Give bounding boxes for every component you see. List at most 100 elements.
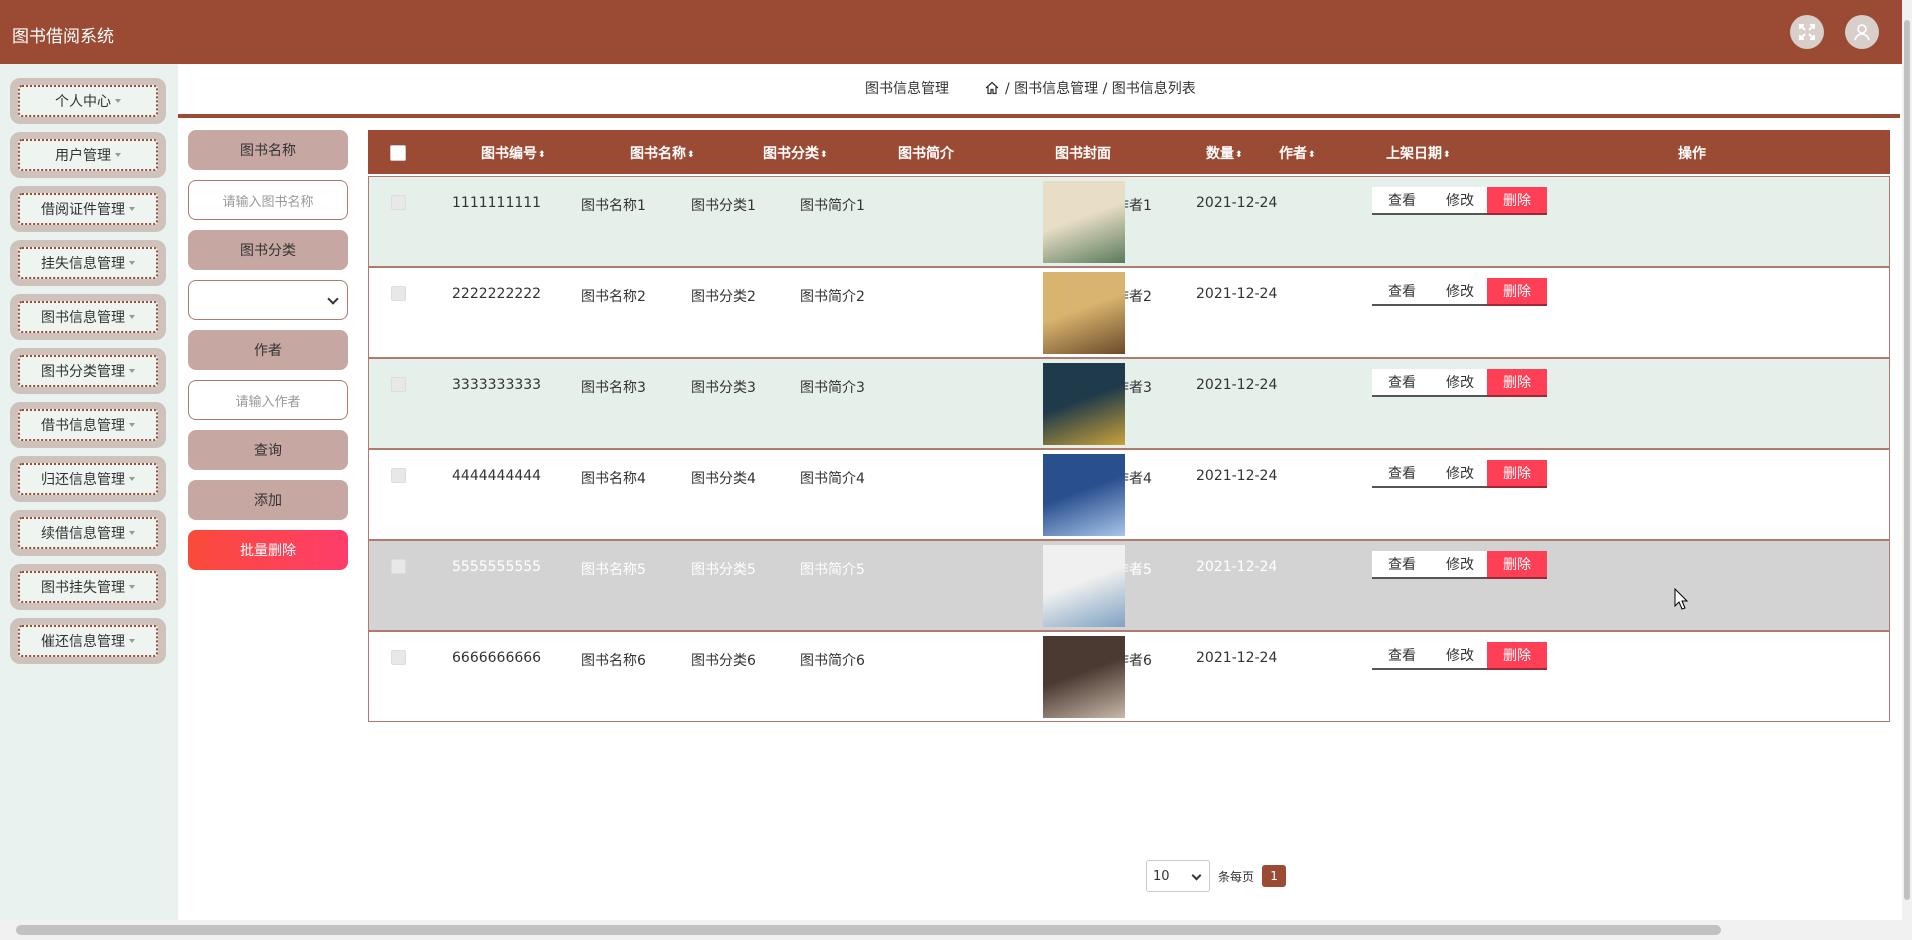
sort-icon[interactable]: ⬍	[820, 150, 828, 160]
page-size-select[interactable]: 10	[1146, 860, 1210, 892]
category-select[interactable]	[188, 280, 348, 320]
batch-delete-button[interactable]: 批量删除	[188, 530, 348, 570]
chevron-down-icon	[1191, 870, 1202, 881]
cell-intro: 图书简介3	[800, 380, 865, 396]
add-button[interactable]: 添加	[188, 480, 348, 520]
row-checkbox[interactable]	[391, 468, 406, 483]
table-row: 5555555555图书名称5图书分类5图书简介55作者52021-12-24查…	[368, 540, 1890, 631]
delete-button[interactable]: 删除	[1487, 642, 1547, 670]
edit-button[interactable]: 修改	[1430, 460, 1490, 488]
delete-button[interactable]: 删除	[1487, 187, 1547, 215]
sidebar-item-renew-info[interactable]: 续借信息管理	[10, 510, 166, 556]
sort-icon[interactable]: ⬍	[1235, 150, 1243, 160]
fullscreen-icon[interactable]	[1790, 15, 1824, 49]
sidebar-item-reminder[interactable]: 催还信息管理	[10, 618, 166, 664]
edit-button[interactable]: 修改	[1430, 369, 1490, 397]
header-date[interactable]: 上架日期⬍	[1386, 143, 1451, 163]
book-name-input[interactable]: 请输入图书名称	[188, 180, 348, 220]
delete-button[interactable]: 删除	[1487, 278, 1547, 306]
home-icon[interactable]	[984, 80, 1000, 96]
book-cover-image	[1043, 545, 1125, 627]
page-title: 图书信息管理	[865, 81, 949, 97]
header-code[interactable]: 图书编号⬍	[481, 143, 546, 163]
sidebar-item-label: 用户管理	[55, 148, 111, 164]
table-row: 4444444444图书名称4图书分类4图书简介44作者42021-12-24查…	[368, 449, 1890, 540]
cell-name: 图书名称5	[581, 562, 646, 578]
cell-code: 6666666666	[452, 650, 542, 666]
row-checkbox[interactable]	[391, 377, 406, 392]
sidebar-item-library-card[interactable]: 借阅证件管理	[10, 186, 166, 232]
delete-button[interactable]: 删除	[1487, 460, 1547, 488]
delete-button[interactable]: 删除	[1487, 551, 1547, 579]
view-button[interactable]: 查看	[1372, 460, 1432, 488]
row-checkbox[interactable]	[391, 286, 406, 301]
author-input[interactable]: 请输入作者	[188, 380, 348, 420]
header-actions: 操作	[1678, 146, 1706, 162]
sidebar-item-book-loss[interactable]: 图书挂失管理	[10, 564, 166, 610]
row-checkbox[interactable]	[391, 650, 406, 665]
sidebar-item-label: 个人中心	[55, 94, 111, 110]
vertical-scrollbar[interactable]	[1902, 0, 1912, 940]
view-button[interactable]: 查看	[1372, 642, 1432, 670]
sidebar-item-label: 归还信息管理	[41, 472, 125, 488]
cell-category: 图书分类3	[691, 380, 756, 396]
chevron-down-icon	[129, 261, 135, 265]
header-name[interactable]: 图书名称⬍	[630, 143, 695, 163]
pagination: 10 条每页 1	[1146, 860, 1287, 892]
view-button[interactable]: 查看	[1372, 278, 1432, 306]
cell-name: 图书名称2	[581, 289, 646, 305]
book-cover-image	[1043, 636, 1125, 718]
query-button[interactable]: 查询	[188, 430, 348, 470]
view-button[interactable]: 查看	[1372, 187, 1432, 215]
user-icon[interactable]	[1845, 15, 1879, 49]
row-checkbox[interactable]	[391, 195, 406, 210]
delete-button[interactable]: 删除	[1487, 369, 1547, 397]
cell-category: 图书分类5	[691, 562, 756, 578]
header-author[interactable]: 作者⬍	[1279, 143, 1316, 163]
cell-category: 图书分类1	[691, 198, 756, 214]
sort-icon[interactable]: ⬍	[1443, 150, 1451, 160]
sidebar-item-label: 图书信息管理	[41, 310, 125, 326]
cell-name: 图书名称6	[581, 653, 646, 669]
chevron-down-icon	[129, 531, 135, 535]
sort-icon[interactable]: ⬍	[1308, 150, 1316, 160]
cell-intro: 图书简介1	[800, 198, 865, 214]
edit-button[interactable]: 修改	[1430, 642, 1490, 670]
table-row: 6666666666图书名称6图书分类6图书简介66作者62021-12-24查…	[368, 631, 1890, 722]
edit-button[interactable]: 修改	[1430, 187, 1490, 215]
select-all-checkbox[interactable]	[390, 145, 406, 161]
cell-date: 2021-12-24	[1196, 286, 1278, 302]
sidebar-item-loss-report[interactable]: 挂失信息管理	[10, 240, 166, 286]
horizontal-scrollbar[interactable]	[0, 920, 1902, 940]
sidebar-item-label: 图书分类管理	[41, 364, 125, 380]
app-title: 图书借阅系统	[12, 27, 114, 47]
cell-code: 2222222222	[452, 286, 542, 302]
edit-button[interactable]: 修改	[1430, 551, 1490, 579]
sidebar-item-return-info[interactable]: 归还信息管理	[10, 456, 166, 502]
chevron-down-icon	[129, 477, 135, 481]
book-name-label: 图书名称	[188, 130, 348, 170]
header-intro: 图书简介	[898, 146, 954, 162]
sort-icon[interactable]: ⬍	[538, 150, 546, 160]
sidebar-item-book-info[interactable]: 图书信息管理	[10, 294, 166, 340]
book-cover-image	[1043, 181, 1125, 263]
mouse-cursor-icon	[1674, 588, 1688, 610]
row-checkbox[interactable]	[391, 559, 406, 574]
author-label: 作者	[188, 330, 348, 370]
chevron-down-icon	[129, 315, 135, 319]
view-button[interactable]: 查看	[1372, 369, 1432, 397]
header-quantity[interactable]: 数量⬍	[1206, 143, 1243, 163]
sidebar-item-borrow-info[interactable]: 借书信息管理	[10, 402, 166, 448]
cell-date: 2021-12-24	[1196, 195, 1278, 211]
book-cover-image	[1043, 454, 1125, 536]
sidebar-item-book-category[interactable]: 图书分类管理	[10, 348, 166, 394]
view-button[interactable]: 查看	[1372, 551, 1432, 579]
header-category[interactable]: 图书分类⬍	[763, 143, 828, 163]
sidebar-item-personal-center[interactable]: 个人中心	[10, 78, 166, 124]
table-row: 2222222222图书名称2图书分类2图书简介22作者22021-12-24查…	[368, 267, 1890, 358]
chevron-down-icon	[129, 369, 135, 373]
sidebar-item-user-management[interactable]: 用户管理	[10, 132, 166, 178]
sort-icon[interactable]: ⬍	[687, 150, 695, 160]
page-1-button[interactable]: 1	[1262, 865, 1287, 887]
edit-button[interactable]: 修改	[1430, 278, 1490, 306]
